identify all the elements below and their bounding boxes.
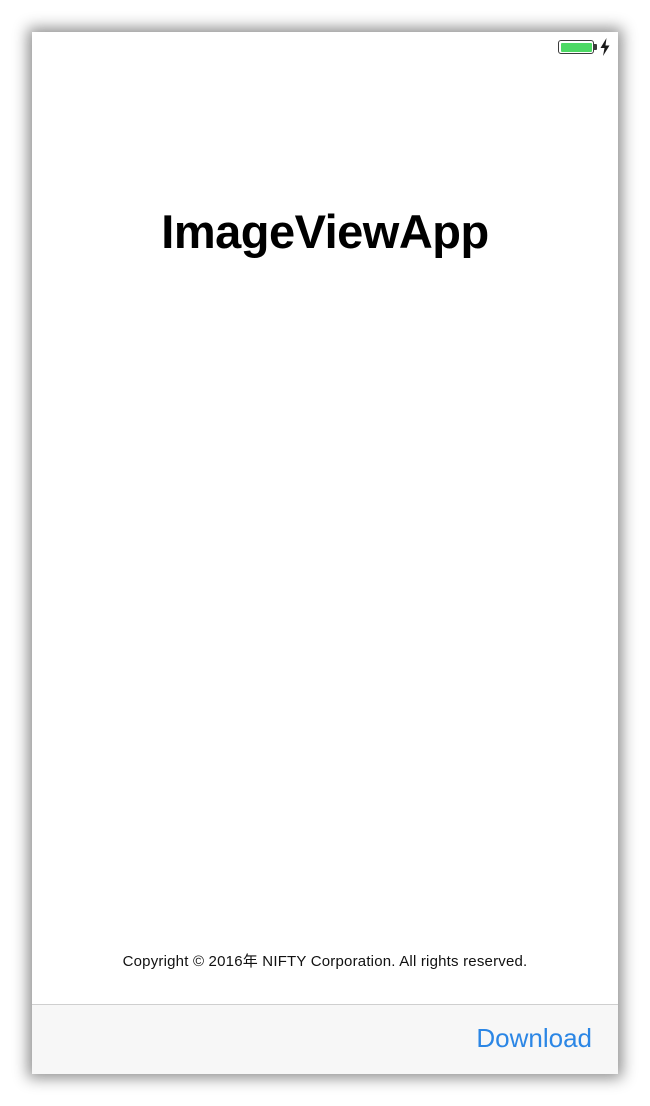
app-title: ImageViewApp xyxy=(161,205,489,258)
lightning-bolt-icon xyxy=(600,38,610,56)
battery-tip xyxy=(594,44,597,50)
copyright-text: Copyright © 2016年 NIFTY Corporation. All… xyxy=(122,953,528,970)
battery-icon xyxy=(558,40,594,54)
bottom-toolbar: Download xyxy=(32,1004,618,1074)
battery-level xyxy=(560,42,592,52)
app-screen: ImageViewApp Copyright © 2016年 NIFTY Cor… xyxy=(32,32,618,1074)
download-button[interactable]: Download xyxy=(476,1023,592,1054)
status-bar xyxy=(32,32,618,62)
screenshot-stage: ImageViewApp Copyright © 2016年 NIFTY Cor… xyxy=(0,0,650,1106)
